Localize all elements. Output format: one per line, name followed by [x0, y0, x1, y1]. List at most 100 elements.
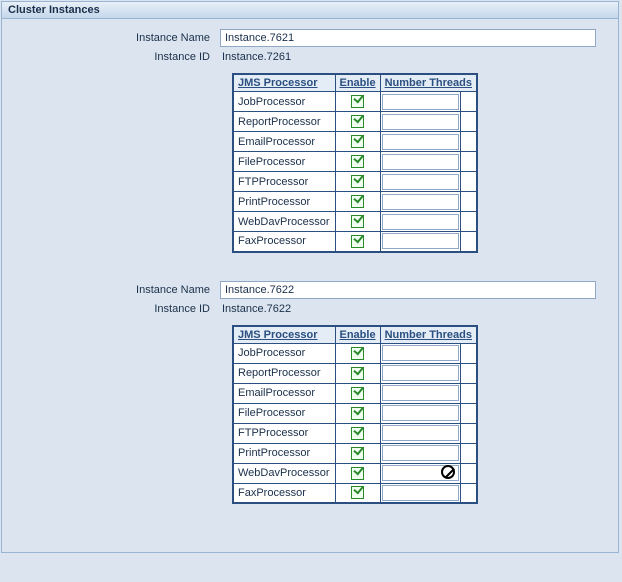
- enable-checkbox[interactable]: [351, 155, 364, 168]
- table-row: PrintProcessor: [233, 443, 477, 463]
- cluster-instances-panel: Cluster Instances Instance Name Instance …: [1, 1, 619, 553]
- enable-cell: [335, 423, 380, 443]
- threads-input[interactable]: [382, 405, 460, 421]
- enable-header[interactable]: Enable: [335, 326, 380, 344]
- enable-cell: [335, 463, 380, 483]
- enable-cell: [335, 363, 380, 383]
- threads-input[interactable]: [382, 465, 460, 481]
- table-row: JobProcessor: [233, 343, 477, 363]
- enable-cell: [335, 92, 380, 112]
- threads-cell: [380, 152, 461, 172]
- spare-cell: [461, 112, 477, 132]
- spare-cell: [461, 363, 477, 383]
- enable-checkbox[interactable]: [351, 195, 364, 208]
- enable-checkbox[interactable]: [351, 347, 364, 360]
- processor-name-cell: JobProcessor: [233, 92, 335, 112]
- threads-cell: [380, 132, 461, 152]
- enable-cell: [335, 212, 380, 232]
- instance-id-row: Instance IDInstance.7622: [10, 303, 610, 315]
- jms-processor-header[interactable]: JMS Processor: [233, 326, 335, 344]
- spare-cell: [461, 172, 477, 192]
- threads-input[interactable]: [382, 445, 460, 461]
- enable-checkbox[interactable]: [351, 115, 364, 128]
- threads-input[interactable]: [382, 425, 460, 441]
- table-row: EmailProcessor: [233, 383, 477, 403]
- enable-checkbox[interactable]: [351, 95, 364, 108]
- threads-cell: [380, 92, 461, 112]
- enable-cell: [335, 192, 380, 212]
- enable-cell: [335, 403, 380, 423]
- jms-processor-header[interactable]: JMS Processor: [233, 74, 335, 92]
- threads-input[interactable]: [382, 233, 460, 249]
- enable-checkbox[interactable]: [351, 427, 364, 440]
- enable-checkbox[interactable]: [351, 367, 364, 380]
- instance-id-value: Instance.7622: [220, 303, 610, 315]
- enable-cell: [335, 383, 380, 403]
- panel-title: Cluster Instances: [2, 2, 618, 19]
- enable-checkbox[interactable]: [351, 387, 364, 400]
- enable-checkbox[interactable]: [351, 407, 364, 420]
- instance-name-label: Instance Name: [10, 284, 220, 296]
- enable-checkbox[interactable]: [351, 215, 364, 228]
- spare-cell: [461, 212, 477, 232]
- enable-cell: [335, 343, 380, 363]
- processor-name-cell: WebDavProcessor: [233, 212, 335, 232]
- processor-name-cell: WebDavProcessor: [233, 463, 335, 483]
- spare-cell: [461, 403, 477, 423]
- threads-cell: [380, 443, 461, 463]
- processor-name-cell: FTPProcessor: [233, 423, 335, 443]
- threads-cell: [380, 192, 461, 212]
- table-row: FTPProcessor: [233, 423, 477, 443]
- processor-table-wrap: JMS ProcessorEnableNumber Threads JobProc…: [232, 73, 610, 253]
- table-row: WebDavProcessor: [233, 212, 477, 232]
- number-threads-header[interactable]: Number Threads: [380, 74, 477, 92]
- enable-checkbox[interactable]: [351, 235, 364, 248]
- threads-input[interactable]: [382, 365, 460, 381]
- instance-name-input[interactable]: [220, 29, 596, 47]
- instance-id-label: Instance ID: [10, 303, 220, 315]
- threads-cell: [380, 463, 461, 483]
- number-threads-header[interactable]: Number Threads: [380, 326, 477, 344]
- instance-name-row: Instance Name: [10, 281, 610, 299]
- panel-body: Instance NameInstance IDInstance.7261JMS…: [2, 19, 618, 552]
- threads-input[interactable]: [382, 385, 460, 401]
- enable-checkbox[interactable]: [351, 135, 364, 148]
- enable-cell: [335, 112, 380, 132]
- processor-table: JMS ProcessorEnableNumber ThreadsJobProc…: [232, 325, 478, 505]
- enable-checkbox[interactable]: [351, 175, 364, 188]
- spare-cell: [461, 92, 477, 112]
- instance-id-label: Instance ID: [10, 51, 220, 63]
- spare-cell: [461, 423, 477, 443]
- spare-cell: [461, 383, 477, 403]
- enable-checkbox[interactable]: [351, 467, 364, 480]
- threads-input[interactable]: [382, 114, 460, 130]
- instance-id-value: Instance.7261: [220, 51, 610, 63]
- enable-header[interactable]: Enable: [335, 74, 380, 92]
- enable-checkbox[interactable]: [351, 486, 364, 499]
- table-row: ReportProcessor: [233, 363, 477, 383]
- processor-name-cell: PrintProcessor: [233, 192, 335, 212]
- enable-checkbox[interactable]: [351, 447, 364, 460]
- spare-cell: [461, 463, 477, 483]
- instance-name-input[interactable]: [220, 281, 596, 299]
- processor-table: JMS ProcessorEnableNumber Threads JobProc…: [232, 73, 478, 253]
- threads-input[interactable]: [382, 194, 460, 210]
- processor-name-cell: EmailProcessor: [233, 383, 335, 403]
- spare-cell: [461, 483, 477, 503]
- threads-input[interactable]: [382, 174, 460, 190]
- enable-cell: [335, 132, 380, 152]
- threads-input[interactable]: [382, 154, 460, 170]
- threads-input[interactable]: [382, 94, 460, 110]
- threads-input[interactable]: [382, 214, 460, 230]
- threads-cell: [380, 403, 461, 423]
- enable-cell: [335, 232, 380, 252]
- processor-name-cell: FTPProcessor: [233, 172, 335, 192]
- threads-input[interactable]: [382, 134, 460, 150]
- table-row: ReportProcessor: [233, 112, 477, 132]
- threads-input[interactable]: [382, 345, 460, 361]
- threads-input[interactable]: [382, 485, 460, 501]
- processor-name-cell: ReportProcessor: [233, 363, 335, 383]
- spare-cell: [461, 132, 477, 152]
- instance-id-row: Instance IDInstance.7261: [10, 51, 610, 63]
- table-row: JobProcessor: [233, 92, 477, 112]
